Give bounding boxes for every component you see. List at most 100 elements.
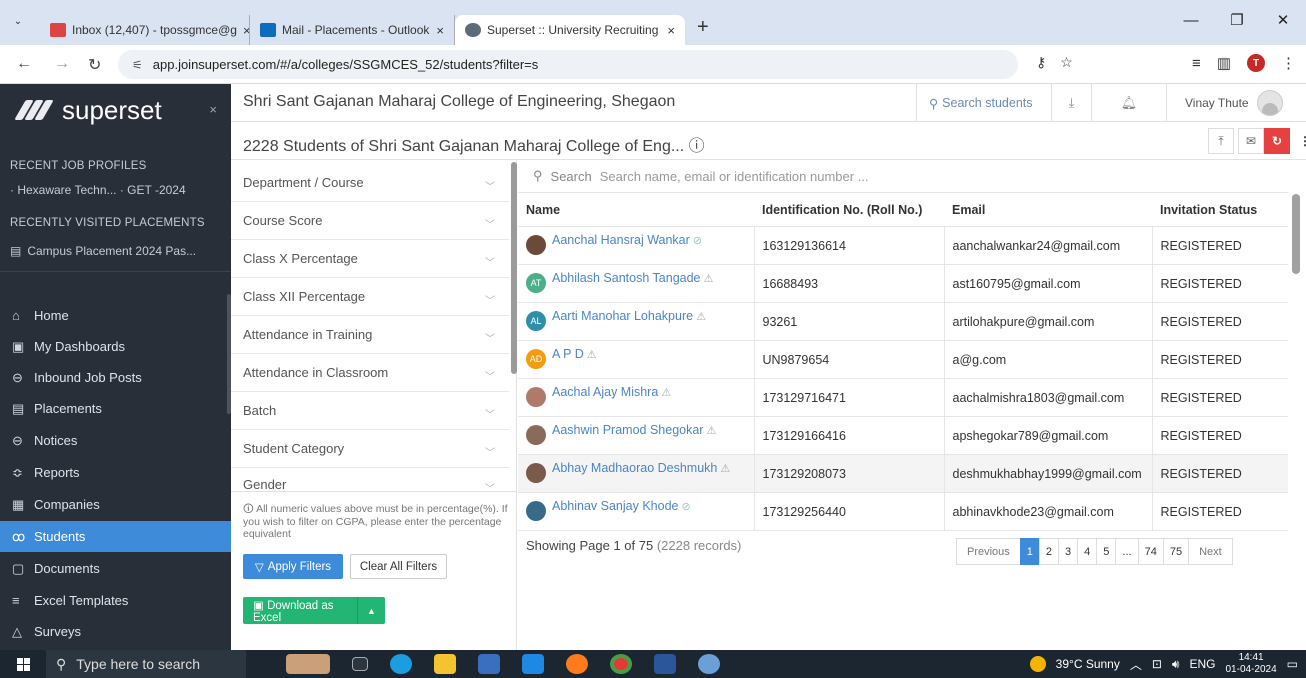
filter-course-score[interactable]: Course Score ﹀ <box>231 202 509 240</box>
column-header-status[interactable]: Invitation Status <box>1152 192 1288 227</box>
reading-list-icon[interactable]: ≡ <box>1192 55 1201 72</box>
password-key-icon[interactable]: ⚷ <box>1036 54 1046 71</box>
filter-attendance-classroom[interactable]: Attendance in Classroom ﹀ <box>231 354 509 392</box>
table-row[interactable]: Abhay Madhaorao Deshmukh ⚠ 173129208073 des… <box>518 454 1288 493</box>
notifications-icon[interactable]: ▭ <box>1287 657 1298 671</box>
reload-icon[interactable]: ↻ <box>88 55 101 75</box>
table-search-field[interactable]: ⚲ Search Search name, email or identific… <box>518 160 1306 192</box>
filter-class-xii-percentage[interactable]: Class XII Percentage ﹀ <box>231 278 509 316</box>
language-indicator[interactable]: ENG <box>1189 657 1215 671</box>
table-row[interactable]: AT Abhilash Santosh Tangade ⚠ 16688493 ast16… <box>518 264 1288 303</box>
widgets-icon[interactable] <box>286 654 330 674</box>
url-field[interactable]: ⚟ app.joinsuperset.com/#/a/colleges/SSGM… <box>118 50 1018 79</box>
student-name-link[interactable]: Aanchal Hansraj Wankar <box>552 233 690 247</box>
forward-icon[interactable]: → <box>54 55 70 73</box>
tab-outlook[interactable]: Mail - Placements - Outlook × <box>250 15 455 45</box>
word-icon[interactable] <box>654 654 676 674</box>
sidebar-item-companies[interactable]: ▦ Companies <box>0 489 231 520</box>
filters-scrollbar[interactable] <box>511 162 517 374</box>
close-icon[interactable]: × <box>667 23 675 38</box>
sidebar-item-students[interactable]: ꝏ Students <box>0 521 231 552</box>
file-explorer-icon[interactable] <box>434 654 456 674</box>
network-icon[interactable]: ⊡ <box>1152 657 1162 671</box>
recent-placement-link[interactable]: ▤ Campus Placement 2024 Pas... <box>0 244 206 258</box>
sidebar-item-home[interactable]: ⌂ Home <box>0 300 231 331</box>
page-button-5[interactable]: 5 <box>1096 538 1117 565</box>
sidebar-item-my-dashboards[interactable]: ▣ My Dashboards <box>0 331 231 362</box>
filter-department-course[interactable]: Department / Course ﹀ <box>231 164 509 202</box>
sidebar-item-documents[interactable]: ▢ Documents <box>0 553 231 584</box>
taskbar-search-field[interactable]: ⚲ Type here to search <box>46 650 246 678</box>
window-close-icon[interactable]: ✕ <box>1260 0 1306 40</box>
caret-up-icon[interactable]: ▲ <box>357 597 385 624</box>
download-excel-main[interactable]: ▣ Download as Excel <box>243 598 357 624</box>
page-button-75[interactable]: 75 <box>1162 538 1190 565</box>
edge-icon[interactable] <box>390 654 412 674</box>
sidebar-item-excel-templates[interactable]: ≡ Excel Templates <box>0 585 231 616</box>
profile-avatar[interactable]: T <box>1247 54 1265 72</box>
student-name-link[interactable]: Aachal Ajay Mishra <box>552 385 658 399</box>
sidebar-item-reports[interactable]: ≎ Reports <box>0 457 231 488</box>
sidebar-item-notices[interactable]: ⊖ Notices <box>0 425 231 456</box>
tray-chevron-icon[interactable]: ︿ <box>1130 656 1142 673</box>
back-icon[interactable]: ← <box>16 55 32 73</box>
more-options-icon[interactable]: ⋮ <box>1292 128 1306 154</box>
student-name-link[interactable]: Aashwin Pramod Shegokar <box>552 423 703 437</box>
page-button-2[interactable]: 2 <box>1038 538 1060 565</box>
volume-icon[interactable]: 🔊︎ <box>1172 657 1180 672</box>
close-icon[interactable]: × <box>243 23 249 38</box>
sidebar-item-inbound-job-posts[interactable]: ⊖ Inbound Job Posts <box>0 362 231 393</box>
page-button-3[interactable]: 3 <box>1058 538 1079 565</box>
chrome-icon[interactable] <box>610 654 632 674</box>
table-row[interactable]: Aashwin Pramod Shegokar ⚠ 173129166416 apsh… <box>518 416 1288 455</box>
table-scrollbar[interactable] <box>1292 194 1300 274</box>
apply-filters-button[interactable]: ▽ Apply Filters <box>243 554 343 579</box>
filter-gender[interactable]: Gender ﹀ <box>231 468 509 495</box>
filter-student-category[interactable]: Student Category ﹀ <box>231 430 509 468</box>
page-button-4[interactable]: 4 <box>1077 538 1098 565</box>
clear-filters-button[interactable]: Clear All Filters <box>350 554 447 579</box>
new-tab-button[interactable]: + <box>697 9 709 45</box>
sync-icon[interactable]: ↻ <box>1264 128 1290 154</box>
page-button-1[interactable]: 1 <box>1019 538 1040 565</box>
sidebar-item-placements[interactable]: ▤ Placements <box>0 393 231 424</box>
task-view-icon[interactable] <box>352 657 368 671</box>
student-name-link[interactable]: Abhinav Sanjay Khode <box>552 499 678 513</box>
bookmark-star-icon[interactable]: ☆ <box>1060 54 1073 71</box>
windows-start-icon[interactable] <box>0 650 46 678</box>
page-button-74[interactable]: 74 <box>1137 538 1164 565</box>
student-name-link[interactable]: A P D <box>552 347 584 361</box>
upload-icon[interactable]: ⤒ <box>1208 128 1234 154</box>
table-row[interactable]: Aachal Ajay Mishra ⚠ 173129716471 aachalmis… <box>518 378 1288 417</box>
table-row[interactable]: Aanchal Hansraj Wankar ⊘ 163129136614 aanch… <box>518 226 1288 265</box>
clock[interactable]: 14:41 01-04-2024 <box>1226 652 1277 676</box>
column-header-name[interactable]: Name <box>518 192 754 227</box>
mail-app-icon[interactable] <box>522 654 544 674</box>
sidebar-item-surveys[interactable]: △ Surveys <box>0 616 231 647</box>
column-header-id[interactable]: Identification No. (Roll No.) <box>754 192 944 227</box>
store-icon[interactable] <box>478 654 500 674</box>
student-name-link[interactable]: Abhay Madhaorao Deshmukh <box>552 461 717 475</box>
filter-batch[interactable]: Batch ﹀ <box>231 392 509 430</box>
tab-gmail[interactable]: Inbox (12,407) - tpossgmce@g × <box>40 15 250 45</box>
weather-text[interactable]: 39°C Sunny <box>1056 657 1120 671</box>
download-icon[interactable]: ⤓ <box>1051 84 1091 122</box>
user-menu[interactable]: Vinay Thute <box>1166 84 1306 122</box>
paint-icon[interactable] <box>698 654 720 674</box>
recent-job-profile-link[interactable]: · Hexaware Techn... · GET -2024 <box>0 183 196 197</box>
column-header-email[interactable]: Email <box>944 192 1152 227</box>
table-row[interactable]: AD A P D ⚠ UN9879654 a@g.com REGISTERED <box>518 340 1288 379</box>
table-row[interactable]: Abhinav Sanjay Khode ⊘ 173129256440 abhinav… <box>518 492 1288 531</box>
next-page-button[interactable]: Next <box>1188 538 1233 565</box>
firefox-icon[interactable] <box>566 654 588 674</box>
sidebar-close-icon[interactable]: × <box>209 102 217 117</box>
browser-menu-icon[interactable]: ⋮ <box>1281 54 1296 72</box>
restore-icon[interactable]: ❐ <box>1214 0 1260 40</box>
previous-page-button[interactable]: Previous <box>956 538 1021 565</box>
close-icon[interactable]: × <box>436 23 444 38</box>
pagination-ellipsis[interactable]: ... <box>1115 538 1139 565</box>
search-students-button[interactable]: ⚲ Search students <box>916 84 1051 122</box>
brand-logo[interactable]: superset × <box>0 84 231 136</box>
minimize-icon[interactable]: — <box>1168 0 1214 40</box>
mail-icon[interactable]: ✉ <box>1238 128 1264 154</box>
